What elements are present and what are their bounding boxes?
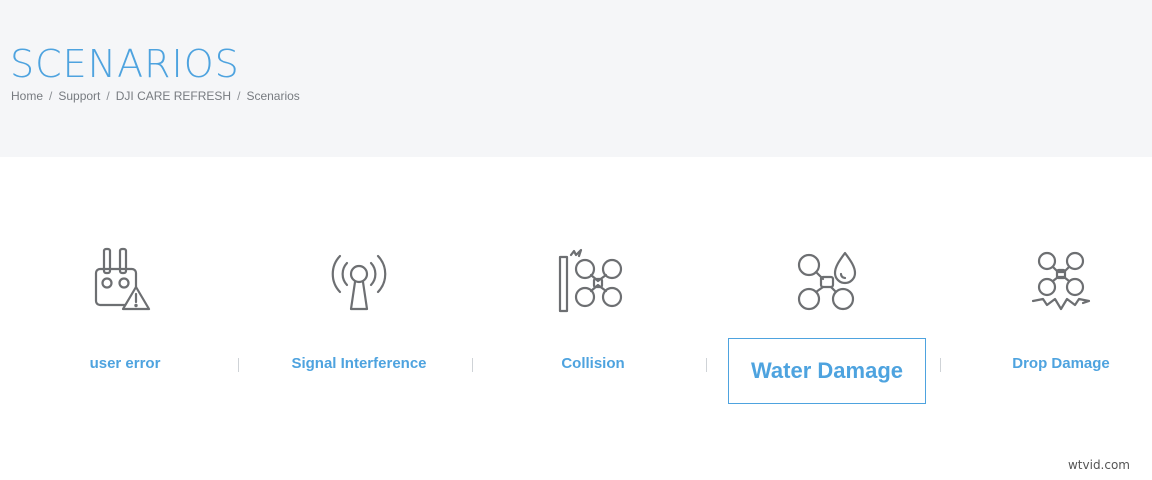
watermark: wtvid.com [1065, 458, 1132, 472]
tab-divider [472, 358, 473, 372]
signal-antenna-icon [323, 247, 395, 319]
breadcrumb-separator: / [106, 89, 110, 103]
scenario-tabs: user error Signal Interference Collision… [0, 157, 1152, 480]
tab-divider [706, 358, 707, 372]
tab-collision[interactable]: Collision [476, 157, 710, 457]
tab-user-error[interactable]: user error [8, 157, 242, 457]
tab-divider [238, 358, 239, 372]
remote-controller-warning-icon [89, 247, 161, 319]
page-title: SCENARIOS [10, 42, 240, 86]
breadcrumb-separator: / [237, 89, 241, 103]
tab-signal-interference[interactable]: Signal Interference [242, 157, 476, 457]
tab-label: Drop Damage [1012, 355, 1110, 372]
breadcrumb-home-link[interactable]: Home [11, 89, 43, 103]
tab-water-damage[interactable]: Water Damage [710, 157, 944, 457]
page-header: SCENARIOS Home / Support / DJI CARE REFR… [0, 0, 1152, 157]
tab-label: Water Damage [750, 358, 903, 383]
tab-label: Collision [561, 355, 625, 372]
drone-crash-icon [1025, 247, 1097, 319]
tab-drop-damage[interactable]: Drop Damage [944, 157, 1152, 457]
breadcrumb: Home / Support / DJI CARE REFRESH / Scen… [11, 89, 300, 103]
tab-label: user error [89, 355, 161, 372]
breadcrumb-current: Scenarios [246, 89, 300, 103]
tab-label: Signal Interference [291, 355, 427, 372]
tab-divider [940, 358, 941, 372]
breadcrumb-support-link[interactable]: Support [58, 89, 100, 103]
breadcrumb-care-refresh-link[interactable]: DJI CARE REFRESH [116, 89, 231, 103]
drone-collision-icon [557, 247, 629, 319]
drone-water-drop-icon [791, 247, 863, 319]
active-tab-highlight: Water Damage [728, 338, 926, 404]
breadcrumb-separator: / [49, 89, 53, 103]
